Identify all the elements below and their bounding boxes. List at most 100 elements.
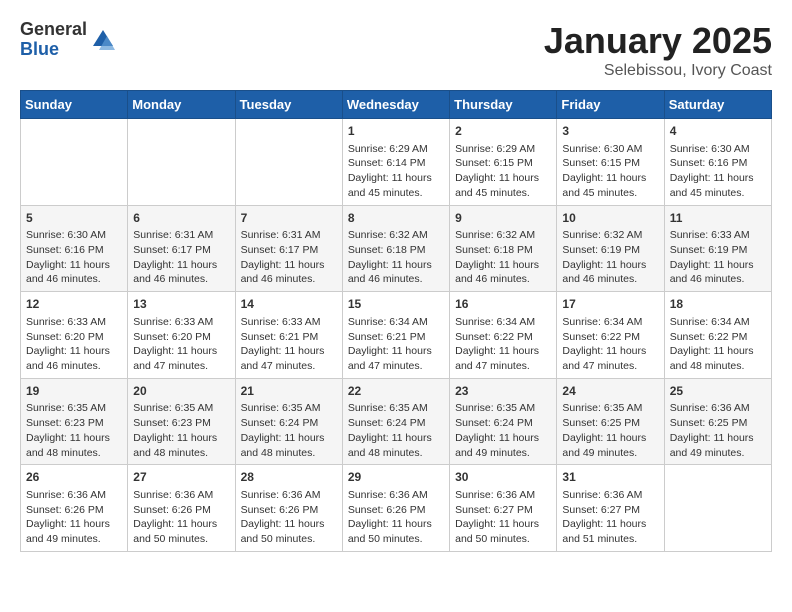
calendar-cell: 1Sunrise: 6:29 AMSunset: 6:14 PMDaylight…: [342, 119, 449, 206]
day-info: Sunset: 6:16 PM: [670, 156, 766, 171]
day-info: Sunset: 6:26 PM: [241, 503, 337, 518]
day-info: Sunrise: 6:32 AM: [562, 228, 658, 243]
day-info: Sunset: 6:19 PM: [562, 243, 658, 258]
calendar-cell: 27Sunrise: 6:36 AMSunset: 6:26 PMDayligh…: [128, 465, 235, 552]
calendar-cell: 26Sunrise: 6:36 AMSunset: 6:26 PMDayligh…: [21, 465, 128, 552]
day-info: Daylight: 11 hours and 46 minutes.: [670, 258, 766, 287]
day-info: Daylight: 11 hours and 48 minutes.: [26, 431, 122, 460]
day-info: Sunrise: 6:32 AM: [348, 228, 444, 243]
day-number: 17: [562, 296, 658, 313]
calendar-cell: 31Sunrise: 6:36 AMSunset: 6:27 PMDayligh…: [557, 465, 664, 552]
day-info: Sunset: 6:21 PM: [241, 330, 337, 345]
calendar-cell: 17Sunrise: 6:34 AMSunset: 6:22 PMDayligh…: [557, 292, 664, 379]
calendar-cell: 4Sunrise: 6:30 AMSunset: 6:16 PMDaylight…: [664, 119, 771, 206]
day-info: Daylight: 11 hours and 46 minutes.: [133, 258, 229, 287]
day-number: 30: [455, 469, 551, 486]
calendar-cell: 23Sunrise: 6:35 AMSunset: 6:24 PMDayligh…: [450, 378, 557, 465]
page-header: General Blue January 2025 Selebissou, Iv…: [20, 20, 772, 80]
day-info: Daylight: 11 hours and 47 minutes.: [133, 344, 229, 373]
logo-icon: [89, 26, 117, 54]
day-info: Daylight: 11 hours and 46 minutes.: [26, 258, 122, 287]
day-info: Sunrise: 6:31 AM: [241, 228, 337, 243]
day-number: 23: [455, 383, 551, 400]
day-of-week-header: Wednesday: [342, 91, 449, 119]
day-info: Sunset: 6:27 PM: [455, 503, 551, 518]
day-info: Sunrise: 6:35 AM: [241, 401, 337, 416]
day-info: Sunset: 6:26 PM: [26, 503, 122, 518]
day-number: 31: [562, 469, 658, 486]
day-of-week-header: Friday: [557, 91, 664, 119]
day-info: Sunrise: 6:35 AM: [348, 401, 444, 416]
calendar-cell: 18Sunrise: 6:34 AMSunset: 6:22 PMDayligh…: [664, 292, 771, 379]
day-number: 15: [348, 296, 444, 313]
day-info: Sunset: 6:22 PM: [455, 330, 551, 345]
day-info: Daylight: 11 hours and 50 minutes.: [455, 517, 551, 546]
logo: General Blue: [20, 20, 117, 60]
calendar-cell: 13Sunrise: 6:33 AMSunset: 6:20 PMDayligh…: [128, 292, 235, 379]
day-info: Sunrise: 6:34 AM: [348, 315, 444, 330]
day-info: Sunset: 6:26 PM: [348, 503, 444, 518]
day-info: Daylight: 11 hours and 45 minutes.: [455, 171, 551, 200]
day-info: Daylight: 11 hours and 45 minutes.: [348, 171, 444, 200]
day-info: Sunrise: 6:36 AM: [562, 488, 658, 503]
calendar-week-row: 12Sunrise: 6:33 AMSunset: 6:20 PMDayligh…: [21, 292, 772, 379]
calendar-week-row: 5Sunrise: 6:30 AMSunset: 6:16 PMDaylight…: [21, 205, 772, 292]
day-number: 3: [562, 123, 658, 140]
day-info: Sunrise: 6:35 AM: [26, 401, 122, 416]
calendar-cell: 2Sunrise: 6:29 AMSunset: 6:15 PMDaylight…: [450, 119, 557, 206]
day-info: Daylight: 11 hours and 51 minutes.: [562, 517, 658, 546]
day-info: Sunset: 6:24 PM: [455, 416, 551, 431]
calendar-cell: 10Sunrise: 6:32 AMSunset: 6:19 PMDayligh…: [557, 205, 664, 292]
day-number: 18: [670, 296, 766, 313]
day-of-week-header: Thursday: [450, 91, 557, 119]
calendar-cell: 3Sunrise: 6:30 AMSunset: 6:15 PMDaylight…: [557, 119, 664, 206]
calendar-cell: [664, 465, 771, 552]
day-of-week-header: Sunday: [21, 91, 128, 119]
day-info: Sunset: 6:18 PM: [455, 243, 551, 258]
day-info: Daylight: 11 hours and 45 minutes.: [562, 171, 658, 200]
day-number: 11: [670, 210, 766, 227]
day-info: Sunset: 6:23 PM: [133, 416, 229, 431]
day-number: 10: [562, 210, 658, 227]
day-info: Sunrise: 6:32 AM: [455, 228, 551, 243]
day-number: 29: [348, 469, 444, 486]
day-info: Sunset: 6:26 PM: [133, 503, 229, 518]
day-info: Sunrise: 6:29 AM: [348, 142, 444, 157]
logo-general-text: General: [20, 20, 87, 40]
day-of-week-header: Saturday: [664, 91, 771, 119]
calendar-week-row: 1Sunrise: 6:29 AMSunset: 6:14 PMDaylight…: [21, 119, 772, 206]
day-info: Sunset: 6:16 PM: [26, 243, 122, 258]
day-info: Daylight: 11 hours and 46 minutes.: [455, 258, 551, 287]
day-info: Sunrise: 6:31 AM: [133, 228, 229, 243]
day-info: Daylight: 11 hours and 46 minutes.: [348, 258, 444, 287]
day-info: Sunset: 6:23 PM: [26, 416, 122, 431]
day-number: 24: [562, 383, 658, 400]
calendar-cell: 19Sunrise: 6:35 AMSunset: 6:23 PMDayligh…: [21, 378, 128, 465]
day-info: Sunrise: 6:34 AM: [562, 315, 658, 330]
day-info: Sunset: 6:18 PM: [348, 243, 444, 258]
day-info: Daylight: 11 hours and 46 minutes.: [562, 258, 658, 287]
day-number: 16: [455, 296, 551, 313]
day-number: 4: [670, 123, 766, 140]
day-info: Daylight: 11 hours and 49 minutes.: [670, 431, 766, 460]
day-number: 2: [455, 123, 551, 140]
calendar-cell: 11Sunrise: 6:33 AMSunset: 6:19 PMDayligh…: [664, 205, 771, 292]
calendar-cell: 16Sunrise: 6:34 AMSunset: 6:22 PMDayligh…: [450, 292, 557, 379]
calendar-cell: 12Sunrise: 6:33 AMSunset: 6:20 PMDayligh…: [21, 292, 128, 379]
day-info: Sunrise: 6:30 AM: [562, 142, 658, 157]
day-info: Sunset: 6:20 PM: [26, 330, 122, 345]
title-block: January 2025 Selebissou, Ivory Coast: [544, 20, 772, 80]
day-info: Daylight: 11 hours and 47 minutes.: [562, 344, 658, 373]
day-info: Sunset: 6:15 PM: [455, 156, 551, 171]
calendar-title: January 2025: [544, 20, 772, 62]
day-info: Sunrise: 6:35 AM: [455, 401, 551, 416]
day-number: 13: [133, 296, 229, 313]
day-info: Sunrise: 6:35 AM: [133, 401, 229, 416]
day-info: Sunrise: 6:33 AM: [241, 315, 337, 330]
calendar-cell: 21Sunrise: 6:35 AMSunset: 6:24 PMDayligh…: [235, 378, 342, 465]
day-info: Daylight: 11 hours and 50 minutes.: [348, 517, 444, 546]
day-info: Sunset: 6:20 PM: [133, 330, 229, 345]
day-info: Sunset: 6:19 PM: [670, 243, 766, 258]
day-info: Sunset: 6:24 PM: [348, 416, 444, 431]
day-info: Sunrise: 6:35 AM: [562, 401, 658, 416]
